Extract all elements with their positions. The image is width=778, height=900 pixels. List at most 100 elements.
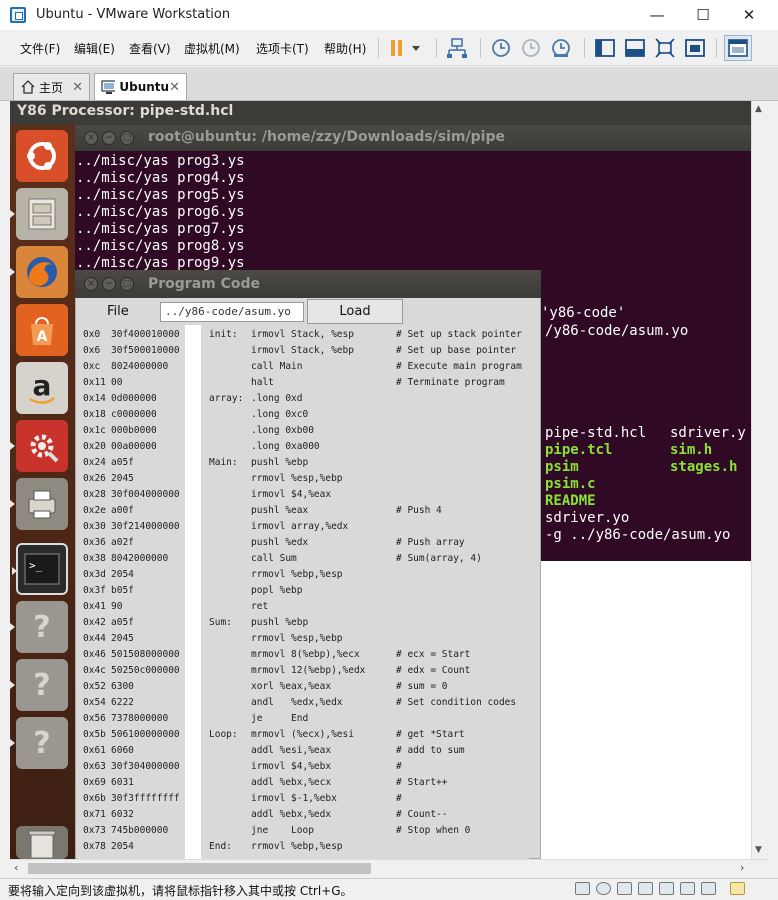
close-icon[interactable]: ✕ <box>72 80 83 95</box>
fullscreen-button[interactable] <box>652 36 678 60</box>
cd-rom-icon[interactable] <box>596 882 611 895</box>
row-instruction: andl %edx,%edx <box>251 697 343 708</box>
program-code-titlebar <box>75 270 541 298</box>
menu-view[interactable]: 查看(V) <box>129 40 171 57</box>
row-address: 0x14 <box>83 393 106 404</box>
sound-icon[interactable] <box>680 882 695 895</box>
row-address: 0x4c <box>83 665 106 676</box>
row-machine-code: 30f3ffffffff <box>111 793 180 804</box>
row-address: 0x0 <box>83 329 101 340</box>
unity-button[interactable] <box>682 36 708 60</box>
scroll-right-arrow-icon[interactable]: › <box>740 861 744 874</box>
snapshot-manager-button[interactable] <box>548 36 574 60</box>
maximize-button[interactable]: ☐ <box>680 0 726 30</box>
trash-icon[interactable] <box>16 826 68 859</box>
revert-snapshot-button[interactable] <box>518 36 544 60</box>
amazon-icon[interactable]: a <box>16 362 68 414</box>
row-machine-code: 000b0000 <box>111 425 157 436</box>
row-address: 0x54 <box>83 697 106 708</box>
menu-file[interactable]: 文件(F) <box>20 40 60 57</box>
row-label: End: <box>209 841 232 852</box>
row-address: 0x6b <box>83 793 106 804</box>
display-icon[interactable] <box>701 882 716 895</box>
row-address: 0x3d <box>83 569 106 580</box>
horizontal-scroll-thumb[interactable] <box>28 863 371 874</box>
tab-ubuntu[interactable]: Ubuntu ✕ <box>94 73 187 100</box>
console-view-button[interactable] <box>724 35 752 61</box>
menu-vm[interactable]: 虚拟机(M) <box>184 40 240 57</box>
row-instruction: pushl %eax <box>251 505 309 516</box>
close-icon[interactable]: ✕ <box>169 80 180 95</box>
row-instruction: pushl %edx <box>251 537 309 548</box>
tab-home-label: 主页 <box>39 80 64 95</box>
unknown-app-icon[interactable]: ? <box>10 601 68 653</box>
terminal-maximize-button[interactable]: □ <box>120 131 134 145</box>
row-address: 0x1c <box>83 425 106 436</box>
row-comment: # Push array <box>396 537 465 548</box>
row-instruction: addl %ebx,%edx <box>251 809 332 820</box>
row-address: 0x42 <box>83 617 106 628</box>
row-instruction: popl %ebp <box>251 585 303 596</box>
library-button[interactable] <box>592 36 618 60</box>
scroll-down-arrow-icon[interactable]: ▼ <box>755 845 762 855</box>
row-comment: # sum = 0 <box>396 681 448 692</box>
row-machine-code: 2045 <box>111 473 134 484</box>
tab-ubuntu-label: Ubuntu <box>119 80 170 94</box>
hard-disk-icon[interactable] <box>575 882 590 895</box>
revert-snapshot-icon <box>522 39 540 57</box>
status-message: 要将输入定向到该虚拟机，请将鼠标指针移入其中或按 Ctrl+G。 <box>8 884 353 898</box>
row-machine-code: 7378000000 <box>111 713 169 724</box>
files-icon[interactable] <box>10 188 68 240</box>
row-address: 0x78 <box>83 841 106 852</box>
row-address: 0x20 <box>83 441 106 452</box>
snapshot-icon <box>492 39 510 57</box>
software-center-icon[interactable]: A <box>16 304 68 356</box>
row-address: 0x18 <box>83 409 106 420</box>
printer-icon[interactable] <box>10 478 68 530</box>
notes-icon[interactable] <box>730 882 745 895</box>
program-code-close-button[interactable]: × <box>84 277 98 291</box>
file-path-input[interactable]: ../y86-code/asum.yo <box>160 302 304 322</box>
send-ctrl-alt-del-button[interactable] <box>444 36 470 60</box>
network-adapter-icon[interactable] <box>617 882 632 895</box>
load-button[interactable]: Load <box>307 299 403 324</box>
program-code-title: Program Code <box>148 276 261 292</box>
svg-text:>_: >_ <box>29 559 43 572</box>
program-code-maximize-button[interactable]: □ <box>120 277 134 291</box>
terminal-line: ../misc/yas prog4.ys <box>76 170 245 186</box>
menu-tabs[interactable]: 选项卡(T) <box>256 40 309 57</box>
unknown-app-icon[interactable]: ? <box>10 659 68 711</box>
minimize-button[interactable]: — <box>634 0 680 30</box>
terminal-icon[interactable]: >_ <box>12 543 68 595</box>
terminal-line: ../misc/yas prog7.ys <box>76 221 245 237</box>
scroll-up-arrow-icon[interactable]: ▲ <box>755 104 762 114</box>
row-address: 0x69 <box>83 777 106 788</box>
vertical-scrollbar[interactable] <box>751 101 768 859</box>
menu-help[interactable]: 帮助(H) <box>324 40 366 57</box>
row-machine-code: 90 <box>111 601 123 612</box>
row-machine-code: b05f <box>111 585 134 596</box>
ubuntu-dash-icon[interactable] <box>16 130 68 182</box>
system-settings-icon[interactable] <box>10 420 68 472</box>
tab-home[interactable]: 主页 ✕ <box>13 73 90 100</box>
program-code-minimize-button[interactable]: − <box>102 277 116 291</box>
row-machine-code: 506100000000 <box>111 729 180 740</box>
firefox-icon[interactable] <box>10 246 68 298</box>
unknown-app-icon[interactable]: ? <box>10 717 68 769</box>
row-address: 0x71 <box>83 809 106 820</box>
row-machine-code: a05f <box>111 617 134 628</box>
pause-button[interactable] <box>388 36 424 60</box>
scroll-left-arrow-icon[interactable]: ‹ <box>14 861 18 874</box>
usb-icon[interactable] <box>659 882 674 895</box>
row-machine-code: 30f400010000 <box>111 329 180 340</box>
close-button[interactable]: ✕ <box>726 0 772 30</box>
printer-device-icon[interactable] <box>638 882 653 895</box>
terminal-minimize-button[interactable]: − <box>102 131 116 145</box>
terminal-close-button[interactable]: × <box>84 131 98 145</box>
terminal-line: psim <box>545 459 579 475</box>
thumbnail-button[interactable] <box>622 36 648 60</box>
terminal-line: psim.c <box>545 476 596 492</box>
menu-edit[interactable]: 编辑(E) <box>74 40 115 57</box>
snapshot-button[interactable] <box>488 36 514 60</box>
row-machine-code: 6300 <box>111 681 134 692</box>
